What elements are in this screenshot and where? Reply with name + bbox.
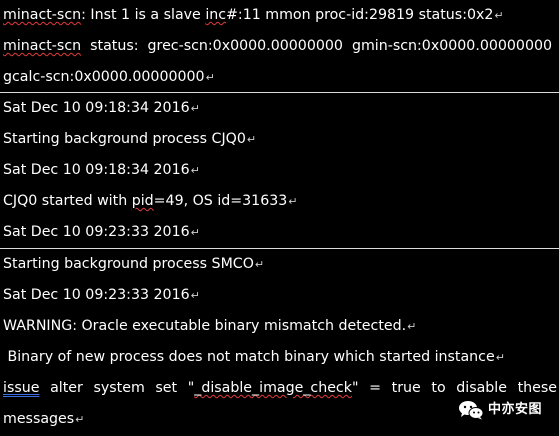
watermark-text: 中亦安图 bbox=[488, 402, 543, 417]
paragraph-mark-icon: ↵ bbox=[495, 351, 505, 364]
log-text: status: grec-scn:0x0000.00000000 gmin-sc… bbox=[81, 38, 553, 54]
log-text: gcalc-scn:0x0000.00000000 bbox=[3, 69, 205, 85]
log-text: : Inst 1 is a slave bbox=[81, 7, 206, 23]
log-line: Sat Dec 10 09:23:33 2016↵ bbox=[3, 287, 553, 304]
log-line: Sat Dec 10 09:23:33 2016↵ bbox=[3, 224, 553, 241]
page-break-divider bbox=[0, 248, 559, 249]
log-line-justified: issue alter system set "_disable_image_c… bbox=[3, 380, 557, 396]
log-line: Binary of new process does not match bin… bbox=[3, 349, 553, 366]
paragraph-mark-icon: ↵ bbox=[288, 195, 298, 208]
log-line: WARNING: Oracle executable binary mismat… bbox=[3, 318, 553, 335]
paragraph-mark-icon: ↵ bbox=[190, 164, 200, 177]
watermark: 中亦安图 bbox=[458, 399, 542, 421]
log-timestamp: Sat Dec 10 09:23:33 2016 bbox=[3, 224, 190, 240]
paragraph-mark-icon: ↵ bbox=[75, 413, 85, 426]
log-text: Starting background process CJQ0 bbox=[3, 131, 246, 147]
log-word: to bbox=[431, 380, 446, 396]
spellcheck-word: minact-scn bbox=[3, 38, 82, 54]
paragraph-mark-icon: ↵ bbox=[190, 226, 200, 239]
log-text: CJQ0 started with bbox=[3, 193, 132, 209]
log-word: disable bbox=[456, 380, 507, 396]
log-line: gcalc-scn:0x0000.00000000↵ bbox=[3, 69, 553, 86]
page-break-divider bbox=[0, 92, 559, 93]
log-word: system bbox=[93, 380, 145, 396]
spellcheck-word: inc bbox=[205, 7, 227, 23]
log-line: minact-scn status: grec-scn:0x0000.00000… bbox=[3, 38, 553, 54]
log-word: set bbox=[155, 380, 178, 396]
log-text: messages bbox=[3, 411, 75, 427]
log-line: CJQ0 started with pid=49, OS id=31633↵ bbox=[3, 193, 553, 210]
log-timestamp: Sat Dec 10 09:23:33 2016 bbox=[3, 287, 190, 303]
log-word: these bbox=[517, 380, 557, 396]
grammar-word: issue bbox=[3, 380, 40, 396]
log-word: alter bbox=[50, 380, 83, 396]
paragraph-mark-icon: ↵ bbox=[494, 9, 504, 22]
log-text: =49, OS id=31633 bbox=[153, 193, 288, 209]
paragraph-mark-icon: ↵ bbox=[190, 102, 200, 115]
log-warning: WARNING: Oracle executable binary mismat… bbox=[3, 318, 407, 334]
log-text: Binary of new process does not match bin… bbox=[3, 349, 495, 365]
log-timestamp: Sat Dec 10 09:18:34 2016 bbox=[3, 162, 190, 178]
paragraph-mark-icon: ↵ bbox=[407, 320, 417, 333]
log-word: true bbox=[391, 380, 421, 396]
spellcheck-word: pid bbox=[131, 193, 154, 209]
paragraph-mark-icon: ↵ bbox=[246, 133, 257, 146]
paragraph-mark-icon: ↵ bbox=[254, 258, 265, 271]
log-line: Sat Dec 10 09:18:34 2016↵ bbox=[3, 100, 553, 117]
log-timestamp: Sat Dec 10 09:18:34 2016 bbox=[3, 100, 190, 116]
log-line: Starting background process SMCO↵ bbox=[3, 256, 553, 273]
log-line: Sat Dec 10 09:18:34 2016↵ bbox=[3, 162, 553, 179]
log-word: = bbox=[369, 380, 381, 396]
log-word: " bbox=[351, 380, 359, 396]
spellcheck-word: _disable_image_check bbox=[194, 380, 352, 396]
wechat-icon bbox=[459, 401, 484, 420]
log-line: Starting background process CJQ0↵ bbox=[3, 131, 553, 148]
log-line: minact-scn: Inst 1 is a slave inc#:11 mm… bbox=[3, 7, 553, 24]
document-page: minact-scn: Inst 1 is a slave inc#:11 mm… bbox=[0, 0, 559, 436]
paragraph-mark-icon: ↵ bbox=[205, 71, 215, 84]
paragraph-mark-icon: ↵ bbox=[190, 289, 200, 302]
log-text: #:11 mmon proc-id:29819 status:0x2 bbox=[226, 7, 494, 23]
log-text: Starting background process SMCO bbox=[3, 256, 254, 272]
spellcheck-word: minact-scn bbox=[3, 7, 82, 23]
